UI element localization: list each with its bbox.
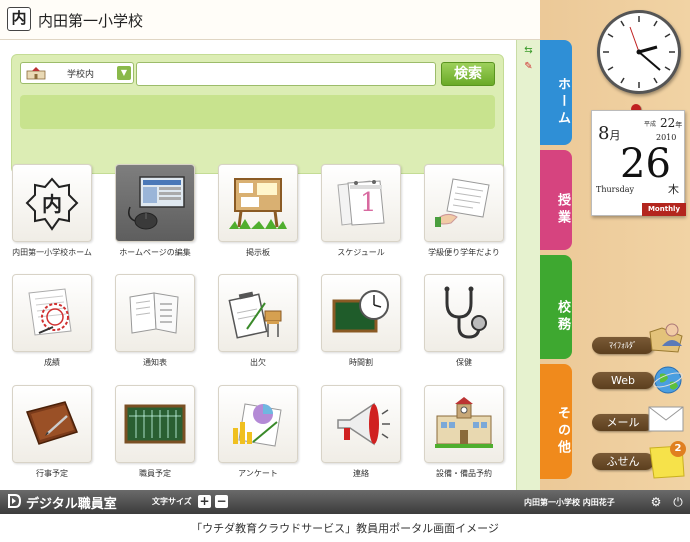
letter-handout-icon [435, 178, 490, 227]
power-icon[interactable]: ⏻ [670, 494, 686, 510]
tile-staff-schedule[interactable]: 職員予定 [115, 385, 195, 493]
search-result-bar [20, 95, 495, 129]
search-area: 学校内 ▼ 検索 [11, 54, 504, 174]
web-button[interactable]: Web [592, 372, 654, 389]
tile-label: 時間割 [349, 358, 373, 367]
my-folder-button[interactable]: ﾏｲﾌｫﾙﾀﾞ [592, 337, 654, 354]
tile-survey[interactable]: アンケート [218, 385, 298, 493]
tile-timetable[interactable]: 時間割 [321, 274, 401, 382]
footer-title: デジタル職員室 [26, 497, 117, 512]
tab-other[interactable]: その他 [540, 364, 572, 479]
calendar-icon: 1 [337, 180, 385, 226]
tab-school-affairs[interactable]: 校務 [540, 255, 572, 359]
school-logo[interactable]: 内 [7, 7, 31, 31]
tile-class-newsletter[interactable]: 学級便り学年だより [424, 164, 504, 272]
tile-label: アンケート [238, 469, 278, 478]
bulletin-board-icon [229, 178, 287, 229]
tile-label: 連絡 [353, 469, 369, 478]
tile-label: 成績 [44, 358, 60, 367]
tab-home[interactable]: ホーム [540, 40, 572, 145]
tile-school-home[interactable]: 内 内田第一小学校ホーム [12, 164, 92, 272]
tile-contact[interactable]: 連絡 [321, 385, 401, 493]
header: 内 内田第一小学校 [0, 0, 540, 40]
tile-label: 職員予定 [139, 469, 171, 478]
tile-homepage-edit[interactable]: ホームページの編集 [115, 164, 195, 272]
tile-label: 学級便り学年だより [428, 248, 500, 257]
calendar-era: 平成 [644, 121, 657, 128]
school-name: 内田第一小学校 [38, 12, 144, 30]
tile-label: 掲示板 [246, 248, 270, 257]
footer-user-name: 内田第一小学校 内田花子 [524, 498, 615, 507]
blackboard-clock-icon [332, 290, 389, 333]
font-size-increase-button[interactable]: + [198, 495, 211, 508]
search-input[interactable] [136, 62, 436, 86]
tile-label: 設備・備品予約 [436, 469, 492, 478]
tile-label: 出欠 [250, 358, 266, 367]
sticky-note-button[interactable]: ふせん [592, 453, 654, 470]
tile-bulletin-board[interactable]: 掲示板 [218, 164, 298, 272]
chalkboard-schedule-icon [124, 404, 186, 444]
chevron-down-icon[interactable]: ▼ [117, 66, 131, 80]
calendar-weekday-en: Thursday [596, 185, 634, 194]
survey-chart-icon [233, 403, 282, 447]
stethoscope-icon [444, 286, 487, 339]
tile-equipment-booking[interactable]: 設備・備品予約 [424, 385, 504, 493]
mail-button[interactable]: メール [592, 414, 654, 431]
font-size-decrease-button[interactable]: − [215, 495, 228, 508]
search-scope-select[interactable]: 学校内 ▼ [20, 62, 134, 84]
globe-icon [653, 366, 683, 394]
envelope-icon [648, 406, 684, 432]
grades-stamp-icon [28, 288, 72, 336]
monitor-mouse-icon [128, 176, 185, 230]
monthly-button[interactable]: Monthly [642, 203, 686, 216]
calendar-day: 26 [620, 141, 671, 187]
image-caption: 「ウチダ教育クラウドサービス」教員用ポータル画面イメージ [191, 522, 499, 535]
folder-person-icon [649, 323, 683, 353]
search-scope-label: 学校内 [67, 70, 95, 80]
calendar-era-year: 22 [660, 116, 676, 130]
planner-book-icon [26, 401, 78, 445]
tile-label: 保健 [456, 358, 472, 367]
tile-label: スケジュール [337, 248, 385, 257]
megaphone-icon [337, 402, 390, 446]
school-scope-icon [26, 67, 46, 80]
calendar-weekday-jp: 木 [668, 183, 679, 196]
settings-icon[interactable]: ⚙ [648, 494, 664, 510]
portal-screen: 内 内田第一小学校 学校内 ▼ 検索 内 内田第一小学校ホーム ホームページの編… [0, 0, 690, 542]
tile-grades[interactable]: 成績 [12, 274, 92, 382]
report-card-icon [129, 292, 179, 334]
clock-face-icon [603, 16, 675, 88]
tile-health[interactable]: 保健 [424, 274, 504, 382]
school-crest-icon: 内 [25, 177, 79, 231]
tab-lessons[interactable]: 授業 [540, 150, 572, 250]
calendar-month: 8 [598, 123, 610, 144]
school-building-icon [435, 397, 493, 448]
font-size-label: 文字サイズ [152, 497, 192, 506]
analog-clock [597, 10, 681, 94]
digital-staffroom-logo-icon [8, 494, 22, 508]
side-strip: ⇆ ✎ [516, 40, 540, 490]
main-panel: 学校内 ▼ 検索 内 内田第一小学校ホーム ホームページの編集 掲示板 1 スケ… [0, 40, 516, 490]
tile-label: ホームページの編集 [119, 248, 191, 257]
search-button[interactable]: 検索 [441, 62, 495, 86]
refresh-icon[interactable]: ⇆ [522, 44, 535, 57]
tile-schedule[interactable]: 1 スケジュール [321, 164, 401, 272]
footer-bar: デジタル職員室 文字サイズ + − 内田第一小学校 内田花子 ⚙ ⏻ [0, 490, 690, 514]
sticky-count-badge: 2 [670, 441, 686, 457]
tile-event-schedule[interactable]: 行事予定 [12, 385, 92, 493]
tile-report-card[interactable]: 通知表 [115, 274, 195, 382]
pencil-icon[interactable]: ✎ [522, 60, 535, 73]
svg-text:内: 内 [42, 192, 62, 216]
tile-label: 通知表 [143, 358, 167, 367]
tile-attendance[interactable]: 出欠 [218, 274, 298, 382]
tile-label: 内田第一小学校ホーム [12, 248, 92, 257]
day-calendar: 8月 平成 22年 2010 26 Thursday 木 Monthly [591, 110, 686, 216]
attendance-clipboard-icon [228, 291, 282, 339]
svg-text:1: 1 [360, 188, 377, 218]
tile-label: 行事予定 [36, 469, 68, 478]
